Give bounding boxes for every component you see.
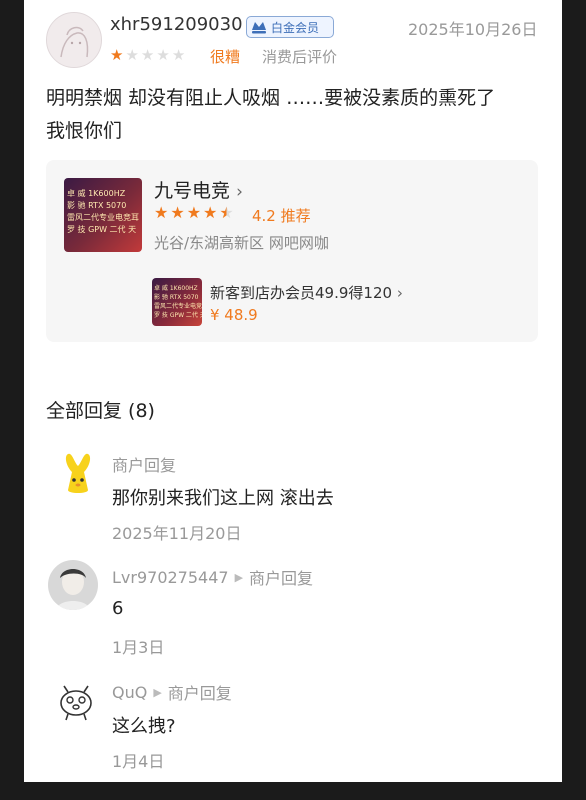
star-filled-icon: ★ (154, 203, 169, 222)
review-star-rating: ★ ★ ★ ★ ★ (110, 46, 185, 64)
review-comment-line: 明明禁烟 却没有阻止人吸烟 ……要被没素质的熏死了 (46, 87, 496, 109)
reviewer-avatar[interactable] (46, 12, 102, 68)
vip-badge-icon (252, 22, 266, 34)
shop-star-rating: ★ ★ ★ ★ ★ (154, 204, 234, 222)
reply-author[interactable]: Lvr970275447 (112, 568, 229, 587)
star-empty-icon: ★ (156, 46, 170, 64)
review-comment-line: 我恨你们 (46, 120, 123, 142)
reply-author-row: Lvr970275447 ▶ 商户回复 (112, 565, 313, 589)
star-filled-icon: ★ (203, 203, 218, 222)
reply-text: 那你别来我们这上网 滚出去 (112, 488, 334, 509)
vip-badge: 白金会员 (246, 16, 334, 38)
rating-word: 很糟 (210, 48, 241, 66)
reply-text: 这么拽? (112, 716, 176, 737)
cartoon-creature-icon (52, 676, 100, 724)
star-empty-icon: ★ (125, 46, 139, 64)
user-avatar[interactable] (48, 560, 98, 610)
review-comment: 明明禁烟 却没有阻止人吸烟 ……要被没素质的熏死了 我恨你们 (46, 82, 546, 148)
shop-score: 4.2 推荐 (252, 207, 311, 225)
deal-thumbnail[interactable]: 卓 威 1K600HZ 影 驰 RTX 5070 雷风二代专业电竞耳 罗 技 G… (152, 278, 202, 326)
merchant-avatar[interactable] (54, 450, 102, 498)
deal-thumbnail-text: 雷风二代专业电竞耳 (154, 303, 202, 310)
reply-author[interactable]: 商户回复 (112, 452, 176, 476)
reply-text: 6 (112, 598, 124, 619)
reply-target[interactable]: 商户回复 (249, 565, 313, 589)
star-half-icon: ★ (219, 203, 234, 222)
triangle-right-icon: ▶ (153, 685, 162, 699)
yellow-mascot-icon (54, 450, 102, 498)
reply-target[interactable]: 商户回复 (168, 680, 232, 704)
reply-author[interactable]: QuQ (112, 683, 147, 702)
star-filled-icon: ★ (186, 203, 202, 222)
reviewer-username[interactable]: xhr591209030 (110, 14, 243, 35)
deal-title: 新客到店办会员49.9得120 (210, 284, 393, 302)
chevron-right-icon: › (236, 182, 243, 202)
reply-author-row: QuQ ▶ 商户回复 (112, 680, 232, 704)
shop-thumbnail-text: 罗 技 GPW 二代 天 (67, 225, 137, 234)
star-empty-icon: ★ (171, 46, 186, 64)
review-detail-screen: xhr591209030 白金会员 2025年10月26日 ★ ★ ★ ★ ★ … (24, 0, 562, 782)
shop-thumbnail-text: 卓 威 1K600HZ (67, 189, 126, 198)
deal-link[interactable]: 新客到店办会员49.9得120 › (210, 282, 403, 303)
reply-date: 1月3日 (112, 638, 165, 657)
deal-price: ¥ 48.9 (210, 306, 258, 324)
shop-thumbnail-text: 影 驰 RTX 5070 (67, 201, 127, 210)
chevron-right-icon: › (396, 284, 403, 302)
user-avatar[interactable] (52, 676, 100, 724)
deal-thumbnail-text: 罗 技 GPW 二代 天 (154, 312, 202, 319)
shop-name-link[interactable]: 九号电竞 › (154, 176, 243, 203)
rating-note: 消费后评价 (262, 48, 338, 66)
shop-thumbnail[interactable]: 卓 威 1K600HZ 影 驰 RTX 5070 雷风二代专业电竞耳 罗 技 G… (64, 178, 142, 252)
shop-area: 光谷/东湖高新区 网吧网咖 (154, 234, 329, 252)
shop-name: 九号电竞 (154, 180, 231, 202)
deal-thumbnail-text: 影 驰 RTX 5070 (154, 294, 199, 301)
shop-thumbnail-text: 雷风二代专业电竞耳 (67, 213, 139, 222)
deal-thumbnail-text: 卓 威 1K600HZ (154, 285, 198, 292)
replies-header: 全部回复 (8) (46, 400, 155, 422)
portrait-photo-icon (48, 560, 98, 610)
star-filled-icon: ★ (110, 46, 124, 64)
review-date: 2025年10月26日 (408, 20, 538, 39)
shop-card[interactable]: 卓 威 1K600HZ 影 驰 RTX 5070 雷风二代专业电竞耳 罗 技 G… (46, 160, 538, 342)
reply-date: 2025年11月20日 (112, 524, 242, 543)
reply-date: 1月4日 (112, 752, 165, 771)
triangle-right-icon: ▶ (234, 570, 244, 584)
star-filled-icon: ★ (170, 203, 185, 222)
vip-badge-label: 白金会员 (271, 20, 320, 35)
star-empty-icon: ★ (140, 46, 155, 64)
